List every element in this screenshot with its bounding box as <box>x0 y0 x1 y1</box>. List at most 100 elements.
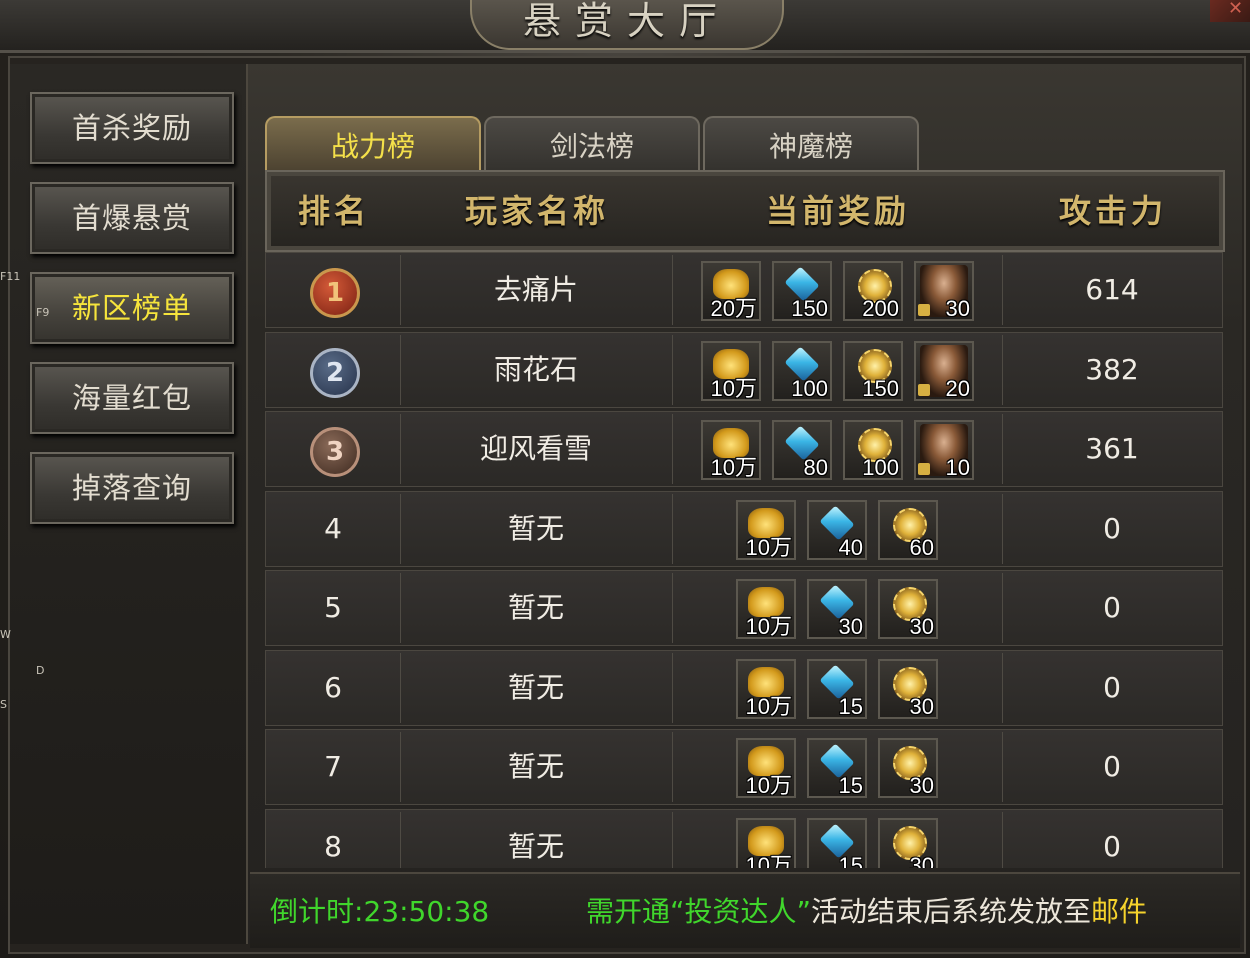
table-header: 排名 玩家名称 当前奖励 攻击力 <box>265 170 1225 252</box>
reward-item[interactable]: 10万 <box>736 579 796 639</box>
column-divider <box>672 414 673 484</box>
reward-item[interactable]: 150 <box>843 341 903 401</box>
tab-label: 剑法榜 <box>549 130 634 163</box>
rank-cell: 3 <box>266 412 400 486</box>
reward-item[interactable]: 80 <box>772 420 832 480</box>
lock-icon <box>918 384 930 396</box>
reward-quantity: 30 <box>909 614 934 639</box>
rank-cell: 2 <box>266 333 400 407</box>
attack-value: 0 <box>1103 512 1121 545</box>
reward-item[interactable]: 10万 <box>736 659 796 719</box>
column-divider <box>672 255 673 325</box>
attack-value: 614 <box>1085 273 1139 306</box>
countdown-label: 倒计时: <box>270 895 364 928</box>
rank-cell: 1 <box>266 253 400 327</box>
reward-item[interactable]: 30 <box>878 738 938 798</box>
hotkey-label-f9: F9 <box>36 306 50 319</box>
reward-item[interactable]: 100 <box>772 341 832 401</box>
notice-delivery: 活动结束后系统发放至 <box>811 895 1092 928</box>
sidebar-item-red-packets[interactable]: 海量红包 <box>30 362 234 434</box>
rank-cell: 8 <box>324 830 342 863</box>
gold-ingot-icon <box>748 587 784 617</box>
reward-quantity: 10万 <box>710 455 757 480</box>
reward-item[interactable]: 100 <box>843 420 903 480</box>
tab-swordplay-ranking[interactable]: 剑法榜 <box>484 116 700 170</box>
reward-quantity: 200 <box>862 296 899 321</box>
reward-quantity: 30 <box>909 773 934 798</box>
reward-item[interactable]: 10万 <box>736 500 796 560</box>
reward-item[interactable]: 60 <box>878 500 938 560</box>
ranking-list[interactable]: 1 去痛片 20万 150 200 30 614 2 雨花石 10万 100 150 20 382 3 迎风看… <box>265 252 1223 868</box>
sidebar-item-label: 首爆悬赏 <box>71 201 192 235</box>
reward-item[interactable]: 30 <box>878 659 938 719</box>
reward-quantity: 30 <box>945 296 970 321</box>
reward-item[interactable]: 15 <box>807 818 867 868</box>
rank-cell: 7 <box>324 750 342 783</box>
column-divider <box>672 335 673 405</box>
reward-item[interactable]: 150 <box>772 261 832 321</box>
player-name: 去痛片 <box>493 273 578 306</box>
reward-quantity: 40 <box>838 535 863 560</box>
reward-item[interactable]: 15 <box>807 738 867 798</box>
reward-item[interactable]: 30 <box>807 579 867 639</box>
table-row: 8 暂无 10万 15 30 0 <box>265 809 1223 868</box>
player-name: 雨花石 <box>493 353 578 386</box>
column-divider <box>672 494 673 564</box>
column-divider <box>672 732 673 802</box>
reward-quantity: 150 <box>791 296 828 321</box>
player-name: 暂无 <box>507 671 564 704</box>
reward-item[interactable]: 10万 <box>736 818 796 868</box>
player-name: 迎风看雪 <box>479 432 592 465</box>
attack-value: 0 <box>1103 671 1121 704</box>
player-name: 暂无 <box>507 750 564 783</box>
hotkey-label-d: D <box>36 664 45 677</box>
reward-item[interactable]: 30 <box>914 261 974 321</box>
reward-item[interactable]: 10 <box>914 420 974 480</box>
reward-item[interactable]: 20 <box>914 341 974 401</box>
reward-quantity: 30 <box>909 853 934 869</box>
sidebar: 首杀奖励 首爆悬赏 新区榜单 海量红包 掉落查询 <box>10 64 248 944</box>
reward-item[interactable]: 20万 <box>701 261 761 321</box>
lock-icon <box>918 304 930 316</box>
header-rank: 排名 <box>297 192 370 230</box>
table-row: 5 暂无 10万 30 30 0 <box>265 570 1223 646</box>
table-row: 7 暂无 10万 15 30 0 <box>265 729 1223 805</box>
reward-item[interactable]: 200 <box>843 261 903 321</box>
footer: 倒计时:23:50:38 需开通“投资达人”活动结束后系统发放至邮件 <box>250 872 1240 948</box>
reward-item[interactable]: 15 <box>807 659 867 719</box>
gold-ingot-icon <box>713 269 749 299</box>
notice-requirement: 需开通“投资达人” <box>586 895 812 928</box>
rank-medal-icon: 3 <box>310 427 360 477</box>
rank-medal-icon: 2 <box>310 348 360 398</box>
sidebar-item-label: 海量红包 <box>71 381 192 415</box>
tab-label: 神魔榜 <box>768 130 853 163</box>
attack-value: 0 <box>1103 750 1121 783</box>
gold-ingot-icon <box>713 349 749 379</box>
table-row: 2 雨花石 10万 100 150 20 382 <box>265 332 1223 408</box>
lock-icon <box>918 463 930 475</box>
close-button[interactable] <box>1210 0 1250 22</box>
sidebar-item-drop-query[interactable]: 掉落查询 <box>30 452 234 524</box>
column-divider <box>672 812 673 868</box>
sidebar-item-first-drop-bounty[interactable]: 首爆悬赏 <box>30 182 234 254</box>
reward-quantity: 30 <box>838 614 863 639</box>
reward-notice: 需开通“投资达人”活动结束后系统发放至邮件 <box>586 874 1147 950</box>
hotkey-label-s: S <box>0 698 7 711</box>
reward-quantity: 20万 <box>710 296 757 321</box>
reward-item[interactable]: 30 <box>878 818 938 868</box>
reward-item[interactable]: 40 <box>807 500 867 560</box>
reward-quantity: 10万 <box>745 694 792 719</box>
reward-item[interactable]: 10万 <box>701 420 761 480</box>
reward-item[interactable]: 30 <box>878 579 938 639</box>
sidebar-item-first-kill-reward[interactable]: 首杀奖励 <box>30 92 234 164</box>
tab-god-demon-ranking[interactable]: 神魔榜 <box>703 116 919 170</box>
rank-cell: 6 <box>324 671 342 704</box>
window-title: 悬赏大厅 <box>522 0 731 43</box>
reward-item[interactable]: 10万 <box>736 738 796 798</box>
table-row: 3 迎风看雪 10万 80 100 10 361 <box>265 411 1223 487</box>
tab-combat-power-ranking[interactable]: 战力榜 <box>265 116 481 170</box>
reward-quantity: 10万 <box>745 853 792 869</box>
reward-quantity: 150 <box>862 376 899 401</box>
sidebar-item-new-server-ranking[interactable]: 新区榜单 <box>30 272 234 344</box>
reward-item[interactable]: 10万 <box>701 341 761 401</box>
